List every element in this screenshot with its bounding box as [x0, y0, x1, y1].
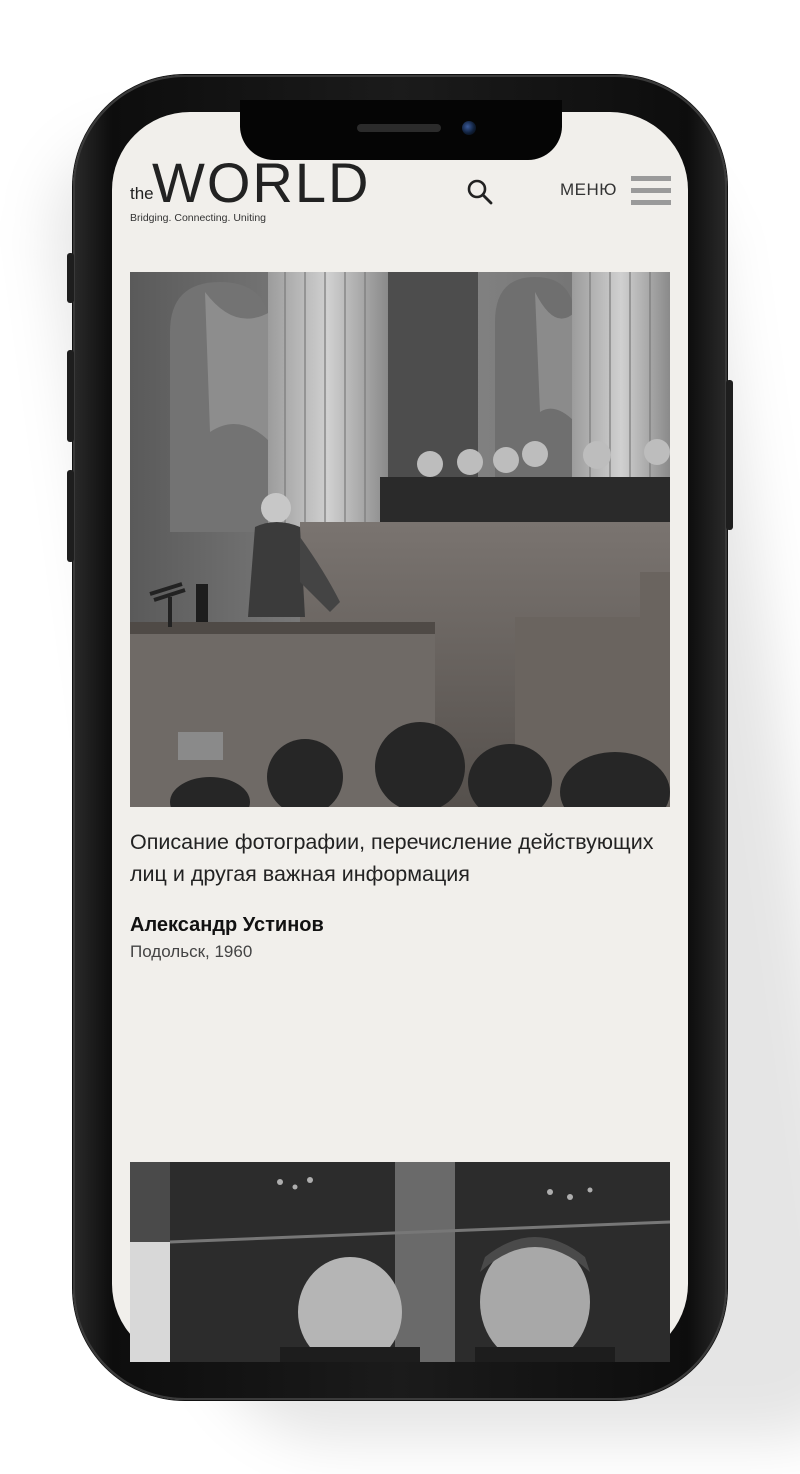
volume-down-button [67, 470, 74, 562]
logo-tagline: Bridging. Connecting. Uniting [130, 212, 266, 224]
article-photo-next[interactable] [130, 1162, 670, 1362]
hamburger-icon[interactable] [631, 176, 671, 208]
logo-world: WORLD [152, 151, 371, 214]
silent-switch [67, 253, 74, 303]
photo-place-date: Подольск, 1960 [130, 942, 253, 961]
front-camera [462, 121, 476, 135]
site-logo[interactable]: the WORLD Bridging. Connecting. Uniting [130, 151, 375, 230]
menu-label[interactable]: МЕНЮ [560, 180, 617, 200]
logo-the: the [130, 184, 154, 203]
photo-caption: Описание фотографии, перечисление действ… [130, 830, 654, 886]
search-icon[interactable] [466, 178, 494, 206]
power-button [726, 380, 733, 530]
photo-author: Александр Устинов [130, 914, 324, 936]
speaker-grille [357, 124, 441, 132]
article-photo[interactable] [130, 272, 670, 807]
volume-up-button [67, 350, 74, 442]
